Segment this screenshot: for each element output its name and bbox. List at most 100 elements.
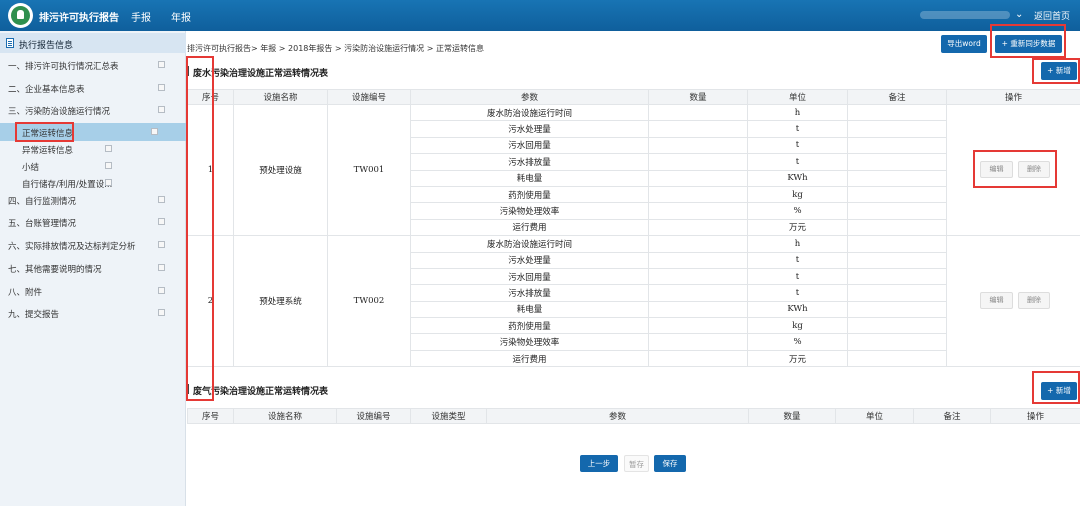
add-water-button[interactable]: + 新增 — [1041, 62, 1077, 80]
quantity-cell[interactable] — [648, 317, 748, 335]
quantity-cell[interactable] — [648, 251, 748, 269]
unit-cell: h — [747, 103, 848, 122]
sidebar-item[interactable]: 八、附件 — [0, 282, 186, 300]
sidebar-item-label: 九、提交报告 — [8, 310, 60, 320]
actions-cell: 编辑 删除 — [946, 235, 1080, 368]
note-cell[interactable] — [847, 218, 947, 237]
quantity-cell[interactable] — [648, 218, 748, 237]
sidebar-item[interactable]: 正常运转信息 — [0, 122, 186, 142]
status-checkbox-icon — [158, 106, 165, 113]
quantity-cell[interactable] — [648, 169, 748, 187]
breadcrumb: 排污许可执行报告> 年报 > 2018年报告 > 污染防治设施运行情况 > 正常… — [187, 44, 484, 53]
column-header: 单位 — [747, 89, 848, 105]
note-cell[interactable] — [847, 169, 947, 187]
sidebar-item[interactable]: 自行储存/利用/处置设... — [0, 174, 186, 192]
param-name: 污水处理量 — [410, 120, 649, 138]
param-name: 污水排放量 — [410, 284, 649, 302]
note-cell[interactable] — [847, 317, 947, 335]
unit-cell: t — [747, 120, 848, 138]
prev-step-button[interactable]: 上一步 — [580, 455, 618, 472]
status-checkbox-icon — [158, 264, 165, 271]
sidebar-item[interactable]: 四、自行监测情况 — [0, 191, 186, 209]
save-button[interactable]: 保存 — [654, 455, 686, 472]
column-header: 备注 — [913, 408, 991, 424]
resync-data-button[interactable]: + 重新同步数据 — [995, 35, 1062, 53]
quantity-cell[interactable] — [648, 136, 748, 155]
note-cell[interactable] — [847, 185, 947, 204]
row-number: 1 — [187, 103, 234, 237]
column-header: 数量 — [748, 408, 836, 424]
note-cell[interactable] — [847, 136, 947, 155]
note-cell[interactable] — [847, 202, 947, 220]
delete-button[interactable]: 删除 — [1018, 292, 1050, 310]
sidebar-item[interactable]: 异常运转信息 — [0, 140, 186, 158]
home-link[interactable]: 返回首页 — [1034, 9, 1070, 22]
water-section-title: 废水污染治理设施正常运转情况表 — [193, 69, 329, 79]
unit-cell: % — [747, 202, 848, 220]
quantity-cell[interactable] — [648, 185, 748, 204]
quantity-cell[interactable] — [648, 349, 748, 368]
facility-code: TW001 — [327, 103, 411, 237]
note-cell[interactable] — [847, 235, 947, 253]
sidebar-item-label: 二、企业基本信息表 — [8, 85, 85, 95]
note-cell[interactable] — [847, 103, 947, 122]
quantity-cell[interactable] — [648, 300, 748, 319]
column-header: 设施类型 — [410, 408, 487, 424]
sidebar-item-label: 七、其他需要说明的情况 — [8, 265, 102, 275]
note-cell[interactable] — [847, 267, 947, 286]
facility-name: 预处理系统 — [233, 235, 328, 368]
column-header: 设施编号 — [336, 408, 411, 424]
sidebar-item[interactable]: 五、台账管理情况 — [0, 213, 186, 231]
quantity-cell[interactable] — [648, 333, 748, 351]
note-cell[interactable] — [847, 333, 947, 351]
quantity-cell[interactable] — [648, 202, 748, 220]
quantity-cell[interactable] — [648, 267, 748, 286]
note-cell[interactable] — [847, 120, 947, 138]
sidebar-item[interactable]: 二、企业基本信息表 — [0, 79, 186, 97]
note-cell[interactable] — [847, 300, 947, 319]
unit-cell: h — [747, 235, 848, 253]
add-gas-button[interactable]: + 新增 — [1041, 382, 1077, 400]
nav-annual-report[interactable]: 年报 — [171, 9, 191, 24]
chevron-down-icon[interactable]: ⌄ — [1015, 9, 1023, 20]
user-name[interactable] — [920, 11, 1010, 19]
param-name: 耗电量 — [410, 169, 649, 187]
sidebar-item-label: 小结 — [22, 163, 40, 173]
note-cell[interactable] — [847, 251, 947, 269]
save-draft-button[interactable]: 暂存 — [624, 455, 649, 472]
status-checkbox-icon — [151, 128, 158, 135]
param-name: 运行费用 — [410, 349, 649, 368]
quantity-cell[interactable] — [648, 120, 748, 138]
note-cell[interactable] — [847, 284, 947, 302]
column-header: 序号 — [187, 89, 234, 105]
quantity-cell[interactable] — [648, 235, 748, 253]
quantity-cell[interactable] — [648, 153, 748, 171]
note-cell[interactable] — [847, 349, 947, 368]
quantity-cell[interactable] — [648, 284, 748, 302]
quantity-cell[interactable] — [648, 103, 748, 122]
sidebar-item[interactable]: 六、实际排放情况及达标判定分析 — [0, 236, 186, 254]
sidebar-item[interactable]: 一、排污许可执行情况汇总表 — [0, 56, 186, 74]
edit-button[interactable]: 编辑 — [980, 292, 1013, 310]
unit-cell: t — [747, 284, 848, 302]
status-checkbox-icon — [158, 241, 165, 248]
param-name: 药剂使用量 — [410, 185, 649, 204]
sidebar-item[interactable]: 小结 — [0, 157, 186, 175]
document-icon — [6, 38, 14, 48]
param-name: 污染物处理效率 — [410, 333, 649, 351]
unit-cell: t — [747, 251, 848, 269]
export-word-button[interactable]: 导出word — [941, 35, 987, 53]
sidebar-item[interactable]: 三、污染防治设施运行情况 — [0, 101, 186, 119]
edit-button[interactable]: 编辑 — [980, 161, 1013, 179]
sidebar-item[interactable]: 七、其他需要说明的情况 — [0, 259, 186, 277]
delete-button[interactable]: 删除 — [1018, 161, 1050, 179]
nav-handbook[interactable]: 手报 — [131, 9, 151, 24]
water-table: 序号 设施名称 设施编号 参数 数量 单位 备注 操作 1 预处理设施 TW001 废水防治设施运行… — [187, 89, 1080, 368]
facility-name: 预处理设施 — [233, 103, 328, 237]
actions-cell: 编辑 删除 — [946, 103, 1080, 237]
status-checkbox-icon — [158, 218, 165, 225]
note-cell[interactable] — [847, 153, 947, 171]
unit-cell: % — [747, 333, 848, 351]
sidebar-item[interactable]: 九、提交报告 — [0, 304, 186, 322]
column-header: 设施名称 — [233, 408, 337, 424]
